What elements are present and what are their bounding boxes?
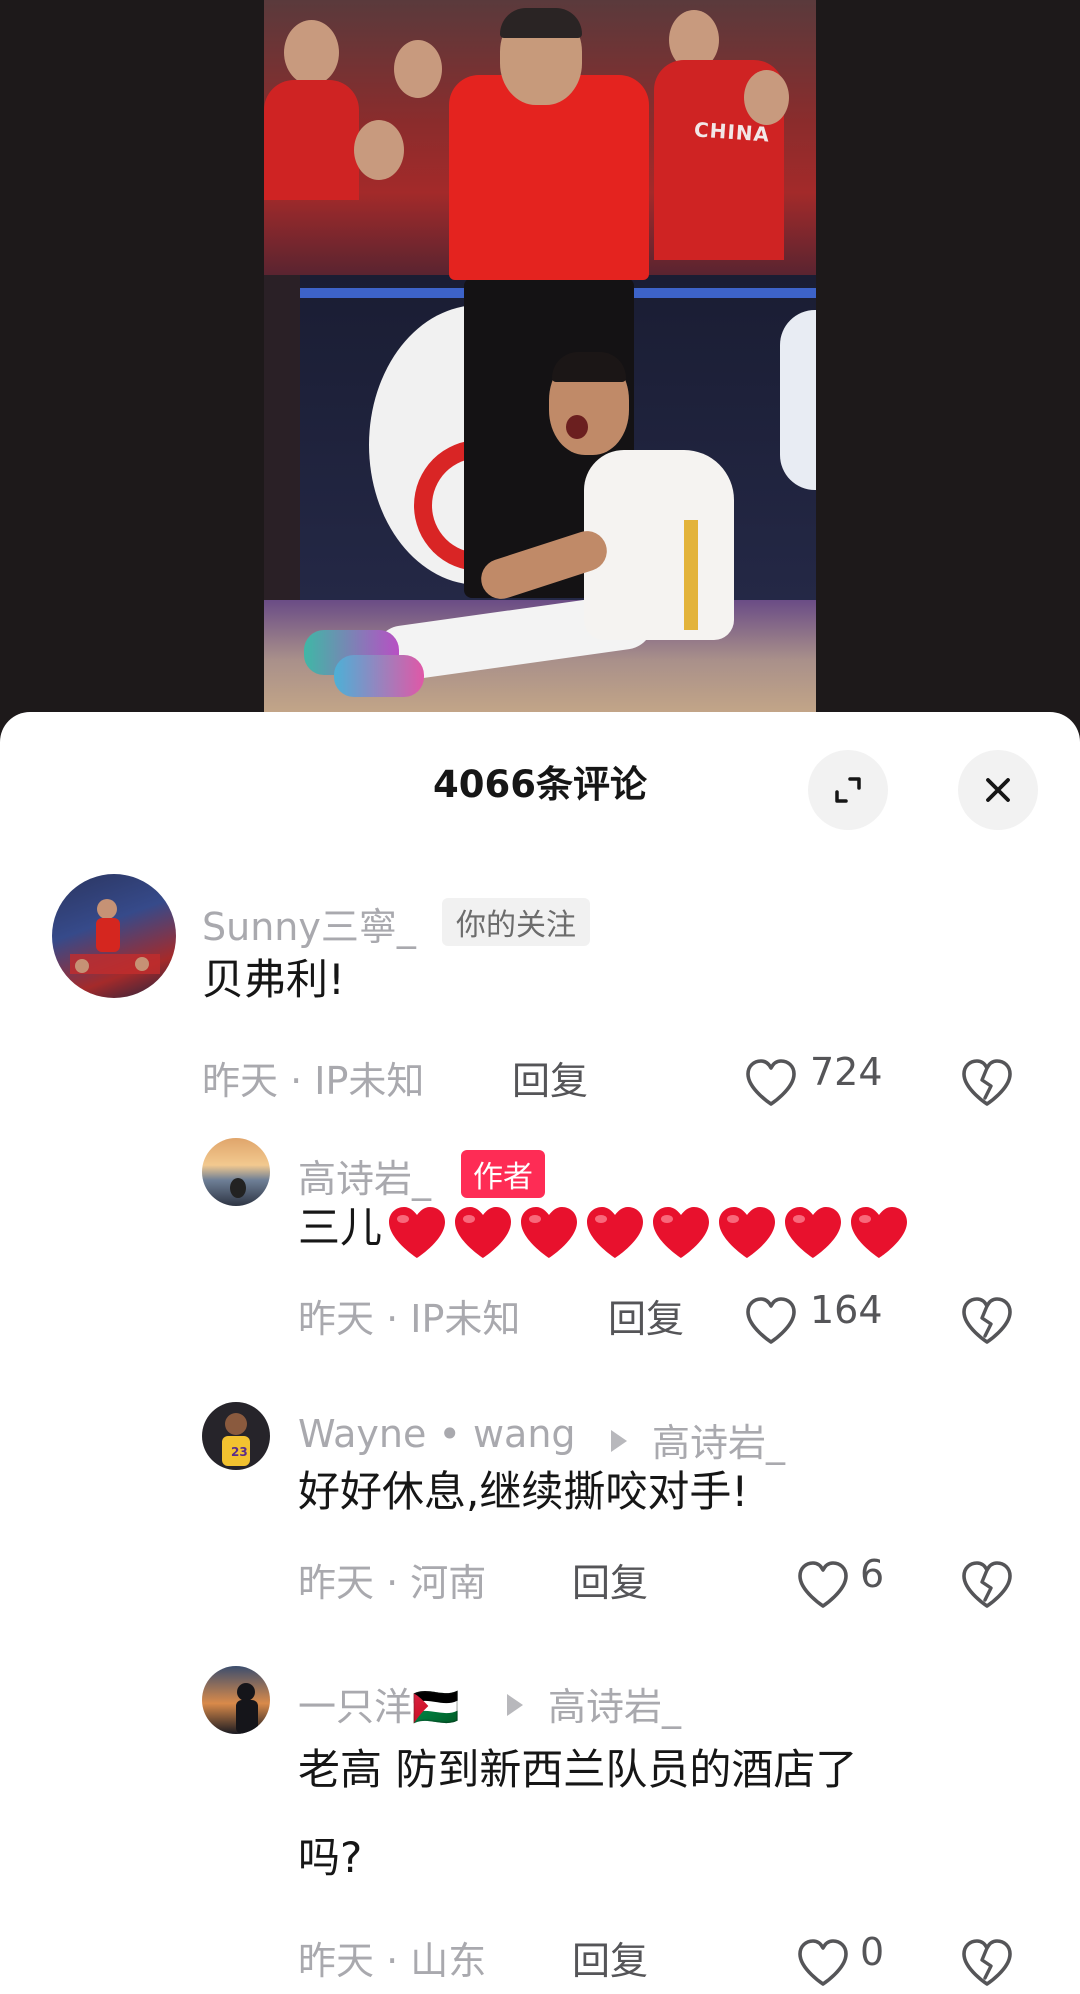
close-button[interactable] <box>958 750 1038 830</box>
expand-icon <box>835 777 861 803</box>
like-icon[interactable] <box>744 1296 798 1346</box>
player-jersey <box>584 450 734 640</box>
player-shoe <box>334 655 424 697</box>
red-heart-emoji <box>719 1207 776 1258</box>
like-icon[interactable] <box>744 1058 798 1108</box>
svg-text:23: 23 <box>231 1445 248 1459</box>
comment-time-location: 昨天 · 山东 <box>298 1939 487 1983</box>
like-icon[interactable] <box>796 1938 850 1988</box>
avatar[interactable] <box>202 1138 270 1206</box>
comment-time-location: 昨天 · IP未知 <box>202 1059 425 1103</box>
avatar[interactable] <box>202 1666 270 1734</box>
coach-hair <box>500 8 582 38</box>
player-jersey-trim <box>684 520 698 630</box>
comment-time-location: 昨天 · 河南 <box>298 1561 487 1605</box>
comment-text: 好好休息,继续撕咬对手! <box>298 1467 749 1516</box>
crowd-face <box>284 20 339 85</box>
red-heart-emoji <box>851 1207 908 1258</box>
reply-button[interactable]: 回复 <box>608 1288 684 1343</box>
reply-to-username[interactable]: 高诗岩_ <box>548 1676 681 1731</box>
comment-text-content: 三儿 <box>298 1203 383 1252</box>
player-hair <box>552 352 626 382</box>
comment-username[interactable]: 一只洋🇵🇸 <box>298 1676 459 1731</box>
crowd-face <box>744 70 789 125</box>
comment-count-title: 4066条评论 <box>433 763 647 806</box>
comment-text-line: 吗? <box>298 1833 363 1882</box>
reply-button[interactable]: 回复 <box>572 1930 648 1985</box>
avatar[interactable]: 23 <box>202 1402 270 1470</box>
post-photo: CHINA <box>264 0 816 720</box>
reply-item: 高诗岩_ 作者 三儿 昨天 · IP未知 回复 164 <box>0 1138 1080 1378</box>
reply-button[interactable]: 回复 <box>572 1552 648 1607</box>
red-heart-emoji <box>653 1207 710 1258</box>
comment-sheet: 4066条评论 Sunny三寧_ 你的关注 贝弗利! 昨天 · IP未知 回复 <box>0 712 1080 1994</box>
comment-text-line: 老高 防到新西兰队员的酒店了 <box>298 1745 858 1794</box>
broken-heart-icon[interactable] <box>960 1938 1014 1988</box>
red-heart-emoji <box>455 1207 512 1258</box>
expand-button[interactable] <box>808 750 888 830</box>
like-count: 724 <box>810 1050 883 1094</box>
red-heart-emoji <box>587 1207 644 1258</box>
crowd-face <box>354 120 404 180</box>
red-heart-emoji <box>785 1207 842 1258</box>
play-arrow-icon <box>507 1694 523 1716</box>
reply-item: 23 Wayne • wang 高诗岩_ 好好休息,继续撕咬对手! 昨天 · 河… <box>0 1402 1080 1622</box>
ad-board-logo-right <box>780 310 816 490</box>
comment-text: 三儿 <box>298 1186 910 1273</box>
like-count: 164 <box>810 1288 883 1332</box>
comment-time-location: 昨天 · IP未知 <box>298 1297 521 1341</box>
crowd-face <box>394 40 442 98</box>
broken-heart-icon[interactable] <box>960 1296 1014 1346</box>
following-badge: 你的关注 <box>442 898 590 946</box>
comment-text: 贝弗利! <box>202 955 345 1004</box>
coach-shirt <box>449 75 649 280</box>
red-heart-emoji <box>389 1207 446 1258</box>
like-icon[interactable] <box>796 1560 850 1610</box>
player-mouth <box>566 415 588 439</box>
like-count: 6 <box>860 1552 885 1596</box>
crowd-shirt <box>264 80 359 200</box>
reply-button[interactable]: 回复 <box>512 1050 588 1105</box>
like-count: 0 <box>860 1930 885 1974</box>
play-arrow-icon <box>611 1430 627 1452</box>
avatar[interactable] <box>52 874 176 998</box>
broken-heart-icon[interactable] <box>960 1058 1014 1108</box>
red-heart-emoji <box>521 1207 578 1258</box>
heart-emoji-row <box>382 1189 910 1273</box>
broken-heart-icon[interactable] <box>960 1560 1014 1610</box>
close-icon <box>986 778 1010 802</box>
video-background: CHINA <box>0 0 1080 720</box>
reply-item: 一只洋🇵🇸 高诗岩_ 老高 防到新西兰队员的酒店了 吗? 昨天 · 山东 回复 … <box>0 1666 1080 1986</box>
comment-item: Sunny三寧_ 你的关注 贝弗利! 昨天 · IP未知 回复 724 <box>0 874 1080 1134</box>
